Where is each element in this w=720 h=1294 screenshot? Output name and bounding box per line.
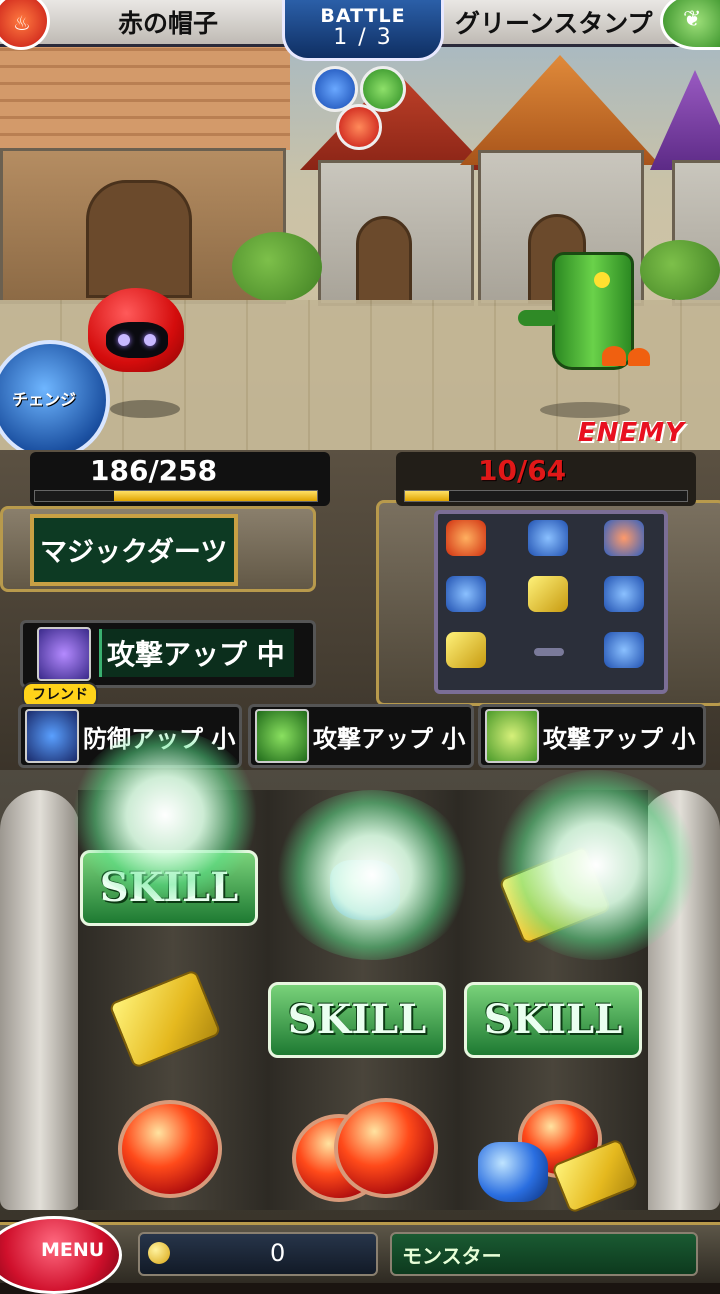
party-buff-label-2: 攻撃アップ 小 (313, 725, 466, 753)
orb-icon (446, 520, 486, 556)
skill-name-box[interactable]: マジックダーツ (30, 514, 238, 586)
mushroom-icon (602, 346, 626, 366)
left-statue (0, 790, 80, 1210)
blank-icon (534, 648, 564, 656)
battle-count: 1 / 3 (333, 25, 393, 50)
house-door-left (86, 180, 192, 298)
hood-face (106, 322, 168, 358)
scroll-icon (528, 576, 568, 612)
player-hp-fill (113, 491, 317, 501)
enemy-hp-fill (405, 491, 450, 501)
monster-label: モンスター (402, 1244, 502, 1268)
fire-icon: ♨ (13, 11, 31, 35)
house-door-center (356, 216, 412, 304)
fire-element-icon (336, 104, 382, 150)
player-name: 赤の帽子 (118, 9, 219, 38)
orb-symbol-icon (118, 1100, 222, 1198)
gem-icon (446, 576, 486, 612)
coin-counter: 0 (138, 1232, 378, 1276)
house-roof-right (460, 55, 660, 165)
stump-eye-icon (594, 272, 610, 288)
menu-label: MENU (41, 1239, 105, 1261)
orb-symbol-icon (334, 1098, 438, 1198)
player-hp-bar (34, 490, 318, 502)
friend-monster-icon (37, 627, 91, 681)
party-monster-icon-3 (485, 709, 539, 763)
coin-icon (148, 1242, 170, 1264)
battle-counter: BATTLE 1 / 3 (282, 0, 444, 61)
player-shadow (110, 400, 180, 418)
friend-buff-label: 攻撃アップ 中 (107, 638, 285, 671)
glow-effect (496, 770, 696, 960)
enemy-hp-bar (404, 490, 688, 502)
leaf-icon: ❦ (683, 7, 702, 32)
stump-arm (518, 310, 558, 326)
enemy-label: ENEMY (578, 418, 685, 448)
enemy-reel (434, 510, 668, 694)
gem-icon (604, 576, 644, 612)
battle-label: BATTLE (320, 5, 406, 27)
enemy-character[interactable] (516, 250, 650, 380)
player-element-badge: ♨ (0, 0, 50, 50)
player-hp-text: 186/258 (90, 454, 218, 487)
party-monster-icon-1 (25, 709, 79, 763)
enemy-element-badge: ❦ (660, 0, 720, 50)
change-label: チェンジ (12, 390, 77, 409)
party-buff-row-2[interactable]: 攻撃アップ 小 (248, 704, 474, 768)
enemy-name: グリーンスタンプ (455, 9, 653, 38)
glow-effect (70, 730, 260, 900)
party-buff-row-3[interactable]: 攻撃アップ 小 (478, 704, 706, 768)
enemy-hp-text: 10/64 (478, 454, 567, 487)
house-roof-left (0, 40, 290, 150)
enemy-shadow (540, 402, 630, 418)
gem-icon (604, 632, 644, 668)
gem-icon (528, 520, 568, 556)
eye-left-icon (118, 334, 130, 346)
eye-right-icon (144, 334, 156, 346)
party-monster-icon-2 (255, 709, 309, 763)
mushroom-icon-2 (628, 348, 650, 366)
enemy-hp-panel: 10/64 (396, 452, 696, 506)
scroll-icon (446, 632, 486, 668)
player-character (88, 288, 184, 372)
bush-right (640, 240, 720, 300)
skill-symbol: SKILL (268, 982, 446, 1058)
skill-name: マジックダーツ (40, 537, 228, 568)
bush-left (232, 232, 322, 302)
glow-effect (272, 790, 472, 960)
battle-scene: チェンジ ENEMY (0, 0, 720, 450)
gem-symbol-icon (478, 1142, 548, 1202)
house-roof-far-right (650, 70, 720, 170)
friend-buff-row: 攻撃アップ 中 (20, 620, 316, 688)
player-hp-panel: 186/258 (30, 452, 330, 506)
mixed-icon (604, 520, 644, 556)
skill-symbol: SKILL (464, 982, 642, 1058)
party-buff-label-3: 攻撃アップ 小 (543, 725, 696, 753)
monster-button[interactable]: モンスター (390, 1232, 698, 1276)
coin-value: 0 (270, 1239, 286, 1267)
